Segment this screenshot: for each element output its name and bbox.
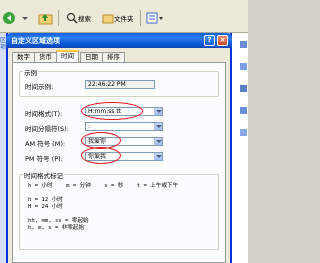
notation-line: h = 小时 m = 分钟 s = 秒 t = 上午或下午 bbox=[28, 183, 179, 189]
folders-label: 文件夹 bbox=[114, 15, 134, 23]
tab-currency[interactable]: 货币 bbox=[34, 52, 57, 62]
tab-date[interactable]: 日期 bbox=[80, 52, 103, 62]
time-separator-label: 时间分隔符(S): bbox=[25, 125, 69, 133]
sample-value: 22:46:22 PM bbox=[85, 80, 155, 89]
search-icon bbox=[66, 12, 78, 24]
folders-button[interactable]: 文件夹 bbox=[102, 10, 134, 26]
time-format-combo[interactable]: H:mm:ss tt bbox=[85, 107, 163, 116]
file-icon[interactable] bbox=[239, 106, 248, 115]
time-format-value: H:mm:ss tt bbox=[88, 108, 122, 115]
views-icon bbox=[146, 12, 163, 24]
file-icon[interactable] bbox=[239, 62, 248, 71]
dialog-title-bar[interactable]: 自定义区域选项 ? × bbox=[6, 33, 232, 48]
sample-group-label: 示例 bbox=[23, 67, 38, 77]
close-icon: × bbox=[219, 36, 226, 44]
format-notation-label: 时间格式标记 bbox=[23, 170, 64, 180]
notation-line: h = 12 小时 bbox=[28, 197, 63, 203]
search-label: 搜索 bbox=[78, 15, 91, 23]
am-symbol-label: AM 符号 (M): bbox=[25, 140, 66, 148]
tab-number[interactable]: 数字 bbox=[12, 52, 35, 62]
up-folder-button[interactable] bbox=[38, 10, 54, 26]
pm-symbol-label: PM 符号 (P): bbox=[25, 155, 63, 163]
time-separator-value: : bbox=[88, 123, 91, 130]
folder-icon bbox=[102, 14, 114, 24]
am-symbol-value: 我爱你 bbox=[88, 138, 107, 145]
chevron-down-icon[interactable] bbox=[154, 138, 162, 145]
pm-symbol-value: 你爱我 bbox=[88, 153, 107, 160]
views-button[interactable] bbox=[146, 10, 164, 26]
file-icon[interactable] bbox=[239, 128, 248, 137]
chevron-down-icon[interactable] bbox=[154, 153, 162, 160]
file-icon[interactable] bbox=[239, 84, 248, 93]
forward-button[interactable] bbox=[20, 10, 30, 26]
tab-sort[interactable]: 排序 bbox=[102, 52, 125, 62]
sample-label: 时间示例: bbox=[25, 83, 54, 91]
help-icon: ? bbox=[207, 36, 212, 44]
tab-strip: 数字 货币 时间 日期 排序 bbox=[12, 50, 228, 62]
file-icon[interactable] bbox=[239, 40, 248, 49]
chevron-down-icon[interactable] bbox=[154, 108, 162, 115]
dropdown-arrow-icon bbox=[22, 17, 28, 20]
up-folder-icon bbox=[38, 14, 53, 25]
custom-regional-options-dialog: 自定义区域选项 ? × 数字 货币 时间 日期 排序 示例 时间示例: 22:4… bbox=[6, 33, 232, 263]
dialog-title: 自定义区域选项 bbox=[11, 37, 60, 45]
explorer-toolbar: 搜索 文件夹 bbox=[0, 0, 248, 33]
notation-line: hh, mm, ss = 零起始 bbox=[28, 218, 89, 224]
pm-symbol-combo[interactable]: 你爱我 bbox=[85, 152, 163, 161]
am-symbol-combo[interactable]: 我爱你 bbox=[85, 137, 163, 146]
time-separator-combo[interactable]: : bbox=[85, 122, 163, 131]
time-tab-panel: 示例 时间示例: 22:46:22 PM 时间格式(T): H:mm:ss tt… bbox=[12, 62, 226, 263]
back-arrow-icon bbox=[3, 12, 15, 24]
notation-line: H = 24 小时 bbox=[28, 204, 63, 210]
tab-time[interactable]: 时间 bbox=[56, 50, 79, 62]
time-format-label: 时间格式(T): bbox=[25, 110, 63, 118]
help-button[interactable]: ? bbox=[204, 35, 215, 46]
notation-line: h, m, s = 非零起始 bbox=[28, 225, 85, 231]
screen: 搜索 文件夹 区 项 自定义区域选项 ? × 数字 货币 时间 日期 排序 示例… bbox=[0, 0, 248, 263]
chevron-down-icon[interactable] bbox=[154, 123, 162, 130]
search-button[interactable]: 搜索 bbox=[66, 10, 91, 26]
back-button[interactable] bbox=[2, 10, 16, 26]
close-button[interactable]: × bbox=[217, 35, 228, 46]
